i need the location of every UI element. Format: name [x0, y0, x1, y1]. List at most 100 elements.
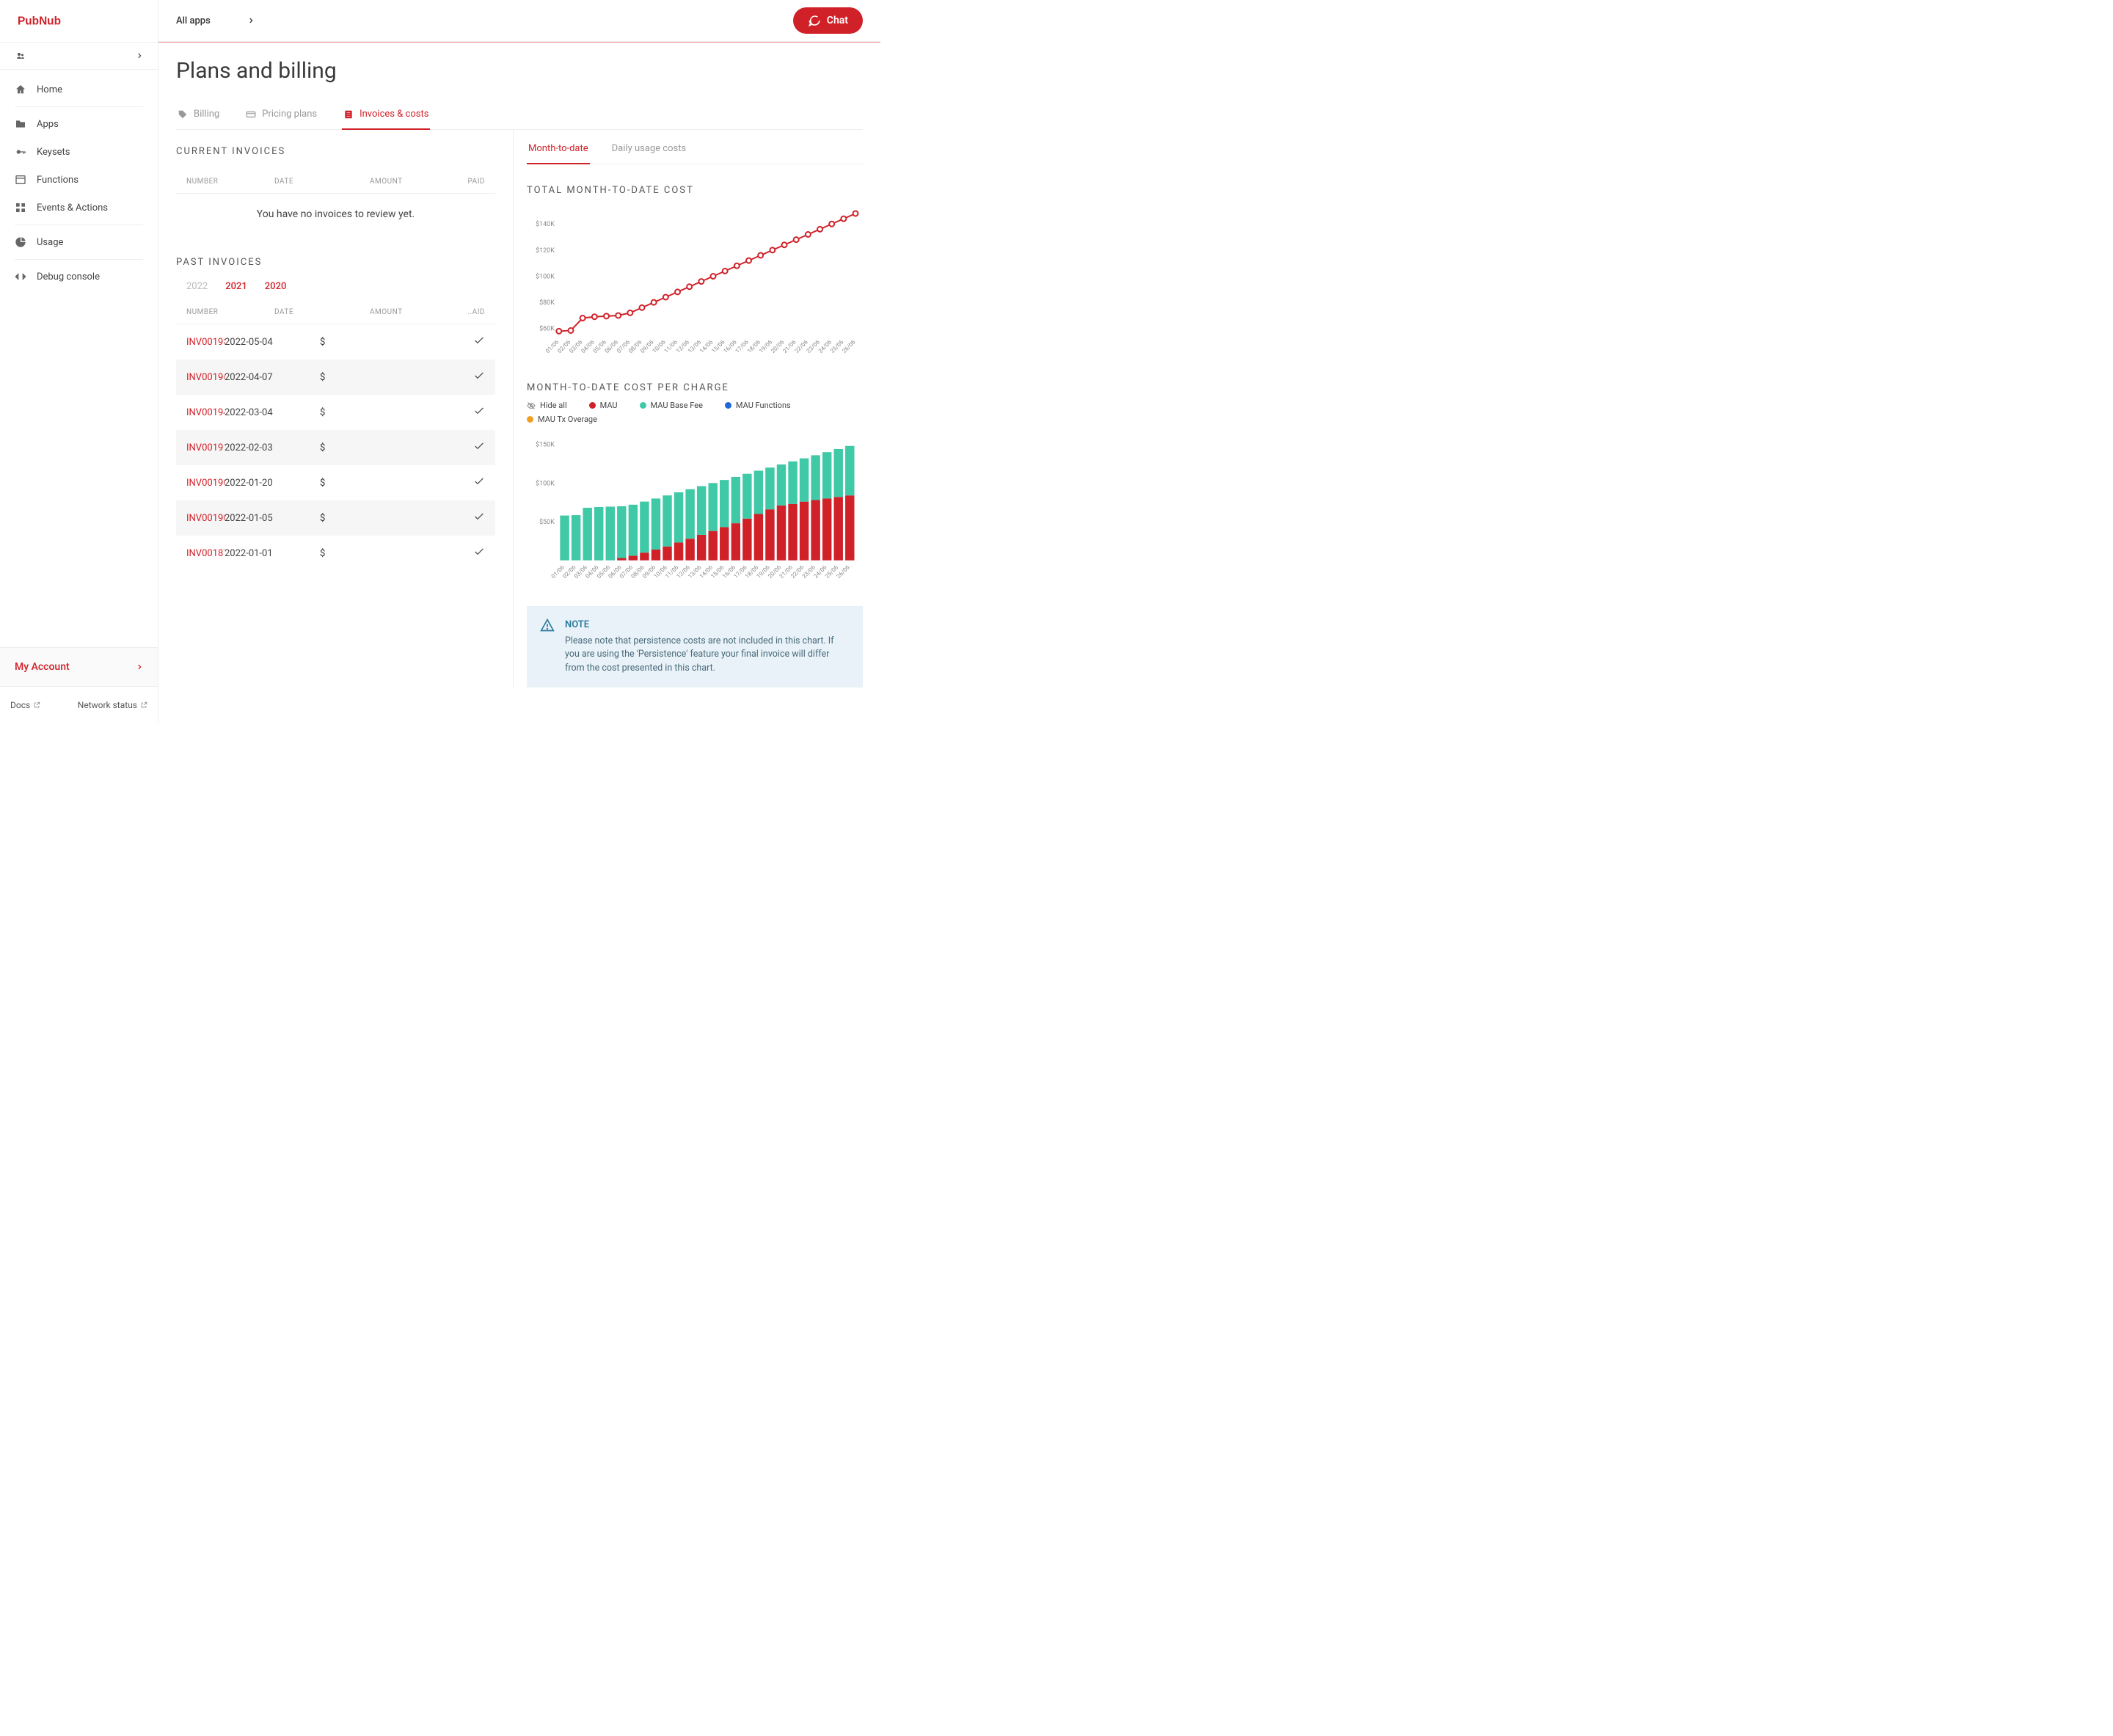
chart2-legend: Hide all MAU MAU Base Fee MAU Functions …	[527, 401, 863, 424]
svg-text:$120K: $120K	[536, 247, 555, 255]
invoice-amount: $	[320, 407, 401, 418]
invoice-amount: $	[320, 513, 401, 524]
check-icon	[473, 440, 485, 452]
check-icon	[473, 546, 485, 558]
pie-icon	[15, 236, 26, 248]
note-body: Please note that persistence costs are n…	[565, 635, 850, 676]
table-row[interactable]: INV001902022-01-05$	[176, 500, 495, 536]
invoice-number: INV00190	[186, 478, 225, 489]
alert-icon	[540, 618, 555, 632]
sidebar-item-events[interactable]: Events & Actions	[0, 194, 158, 222]
invoice-date: 2022-01-05	[225, 513, 320, 524]
page-title: Plans and billing	[176, 58, 863, 84]
sidebar-item-label: Apps	[37, 119, 59, 130]
svg-text:PubNub: PubNub	[18, 15, 61, 27]
external-link-icon	[140, 701, 147, 709]
current-invoices-title: CURRENT INVOICES	[176, 146, 495, 157]
tab-invoices[interactable]: Invoices & costs	[342, 101, 430, 130]
people-icon	[15, 51, 26, 60]
sidebar-item-functions[interactable]: Functions	[0, 166, 158, 194]
current-invoices-header: NUMBER DATE AMOUNT PAID	[176, 170, 495, 194]
tab-billing[interactable]: Billing	[176, 101, 221, 130]
note-box: NOTE Please note that persistence costs …	[527, 606, 863, 688]
year-tab-2022[interactable]: 2022	[186, 281, 208, 292]
dot-icon	[589, 402, 596, 409]
sidebar-item-label: Usage	[37, 237, 63, 248]
billing-tabs: Billing Pricing plans Invoices & costs	[176, 101, 863, 130]
table-row[interactable]: INV001872022-01-01$	[176, 536, 495, 571]
dot-icon	[640, 402, 646, 409]
legend-mau[interactable]: MAU	[589, 401, 618, 410]
invoice-number: INV00194	[186, 407, 225, 418]
breadcrumb-all-apps[interactable]: All apps	[176, 15, 255, 26]
my-account-label: My Account	[15, 661, 70, 673]
sidebar-item-home[interactable]: Home	[0, 76, 158, 103]
sidebar: PubNub Home Apps Keysets Functions Event…	[0, 0, 158, 723]
sidebar-item-label: Home	[37, 84, 62, 95]
chat-button[interactable]: Chat	[793, 7, 863, 34]
window-icon	[15, 174, 26, 186]
table-row[interactable]: INV001902022-01-20$	[176, 465, 495, 500]
note-title: NOTE	[565, 618, 850, 632]
code-icon	[15, 271, 26, 282]
folder-icon	[15, 118, 26, 130]
chevron-right-icon	[136, 663, 143, 671]
sidebar-item-keysets[interactable]: Keysets	[0, 138, 158, 166]
invoice-date: 2022-01-20	[225, 478, 320, 489]
sidebar-item-label: Keysets	[37, 147, 70, 158]
invoice-number: INV00187	[186, 548, 225, 559]
subtab-daily[interactable]: Daily usage costs	[610, 140, 688, 164]
year-tabs: 2022 2021 2020	[176, 281, 495, 301]
legend-mau-base[interactable]: MAU Base Fee	[640, 401, 703, 410]
external-link-icon	[33, 701, 40, 709]
dot-icon	[527, 416, 533, 423]
sidebar-item-apps[interactable]: Apps	[0, 110, 158, 138]
year-tab-2020[interactable]: 2020	[265, 281, 287, 292]
chevron-right-icon	[247, 17, 255, 24]
svg-text:$140K: $140K	[536, 220, 555, 228]
past-invoices-header: NUMBER DATE AMOUNT ..AID	[176, 301, 495, 324]
svg-text:$100K: $100K	[536, 479, 555, 487]
check-icon	[473, 405, 485, 417]
svg-text:$60K: $60K	[539, 325, 555, 333]
invoice-date: 2022-01-01	[225, 548, 320, 559]
sidebar-item-label: Debug console	[37, 271, 100, 282]
invoice-amount: $	[320, 548, 401, 559]
account-switcher[interactable]	[0, 42, 158, 70]
sidebar-item-label: Functions	[37, 175, 79, 186]
table-row[interactable]: INV001962022-04-07$	[176, 360, 495, 395]
subtab-mtd[interactable]: Month-to-date	[527, 140, 590, 164]
network-status-link[interactable]: Network status	[78, 700, 147, 710]
docs-link[interactable]: Docs	[10, 700, 40, 710]
check-icon	[473, 475, 485, 487]
year-tab-2021[interactable]: 2021	[225, 281, 247, 292]
chart2-title: MONTH-TO-DATE COST PER CHARGE	[527, 382, 863, 393]
table-row[interactable]: INV001942022-03-04$	[176, 395, 495, 430]
chart1-title: TOTAL MONTH-TO-DATE COST	[527, 185, 863, 196]
tag-icon	[178, 109, 188, 120]
invoice-date: 2022-03-04	[225, 407, 320, 418]
table-row[interactable]: INV001982022-05-04$	[176, 324, 495, 360]
home-icon	[15, 84, 26, 95]
sidebar-item-usage[interactable]: Usage	[0, 228, 158, 256]
dot-icon	[725, 402, 731, 409]
current-invoices-empty: You have no invoices to review yet.	[176, 194, 495, 242]
sidebar-item-debug[interactable]: Debug console	[0, 263, 158, 291]
invoice-amount: $	[320, 372, 401, 383]
invoice-date: 2022-05-04	[225, 337, 320, 348]
table-row[interactable]: INV001912022-02-03$	[176, 430, 495, 465]
legend-mau-func[interactable]: MAU Functions	[725, 401, 791, 410]
check-icon	[473, 370, 485, 382]
invoice-date: 2022-02-03	[225, 442, 320, 453]
chat-icon	[808, 14, 821, 27]
legend-hide-all[interactable]: Hide all	[527, 401, 567, 410]
invoice-amount: $	[320, 442, 401, 453]
tab-pricing[interactable]: Pricing plans	[244, 101, 318, 130]
legend-mau-tx[interactable]: MAU Tx Overage	[527, 415, 597, 424]
widgets-icon	[15, 202, 26, 214]
invoice-number: INV00196	[186, 372, 225, 383]
sidebar-my-account[interactable]: My Account	[0, 647, 158, 687]
svg-text:$50K: $50K	[539, 518, 555, 526]
logo[interactable]: PubNub	[0, 0, 158, 42]
check-icon	[473, 511, 485, 522]
